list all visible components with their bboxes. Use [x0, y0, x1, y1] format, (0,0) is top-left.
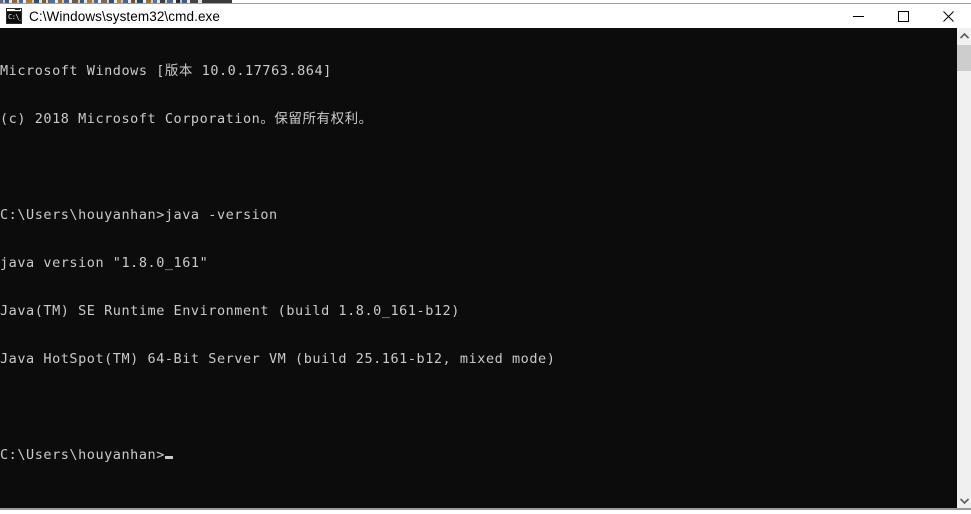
scrollbar-down-button[interactable] [957, 493, 971, 508]
console-line: Java HotSpot(TM) 64-Bit Server VM (build… [0, 351, 556, 367]
title-bar[interactable]: C:\_ C:\Windows\system32\cmd.exe [0, 4, 971, 28]
close-icon [943, 10, 954, 22]
maximize-button[interactable] [881, 4, 926, 28]
minimize-button[interactable] [836, 4, 881, 28]
window-bottom-border [0, 508, 971, 510]
chevron-down-icon [959, 497, 969, 504]
window-title: C:\Windows\system32\cmd.exe [29, 8, 221, 24]
chevron-up-icon [959, 32, 969, 39]
console-scrollbar[interactable] [957, 28, 971, 508]
console-line: java version "1.8.0_161" [0, 255, 209, 271]
console-cursor [164, 456, 173, 459]
console-area: Microsoft Windows [版本 10.0.17763.864] (c… [0, 28, 971, 510]
console-line: Microsoft Windows [版本 10.0.17763.864] [0, 63, 332, 79]
maximize-icon [898, 10, 909, 22]
window-controls [836, 4, 971, 28]
cmd-console-icon: C:\_ [6, 8, 22, 24]
console-line: Java(TM) SE Runtime Environment (build 1… [0, 303, 460, 319]
cmd-icon-body: C:\_ [7, 12, 22, 23]
minimize-icon [853, 15, 864, 17]
console-prompt-line: C:\Users\houyanhan> [0, 447, 957, 463]
console-screen[interactable]: Microsoft Windows [版本 10.0.17763.864] (c… [0, 28, 957, 508]
console-line: C:\Users\houyanhan>java -version [0, 207, 278, 223]
close-button[interactable] [926, 4, 971, 28]
screenshot-root: C:\_ C:\Windows\system32\cmd.exe Microso… [0, 0, 971, 514]
console-line: (c) 2018 Microsoft Corporation。保留所有权利。 [0, 111, 373, 127]
cmd-window: C:\_ C:\Windows\system32\cmd.exe Microso… [0, 4, 971, 510]
scrollbar-thumb[interactable] [957, 45, 971, 71]
scrollbar-up-button[interactable] [957, 28, 971, 43]
console-output: Microsoft Windows [版本 10.0.17763.864] (c… [0, 28, 957, 495]
console-prompt: C:\Users\houyanhan> [0, 447, 165, 463]
